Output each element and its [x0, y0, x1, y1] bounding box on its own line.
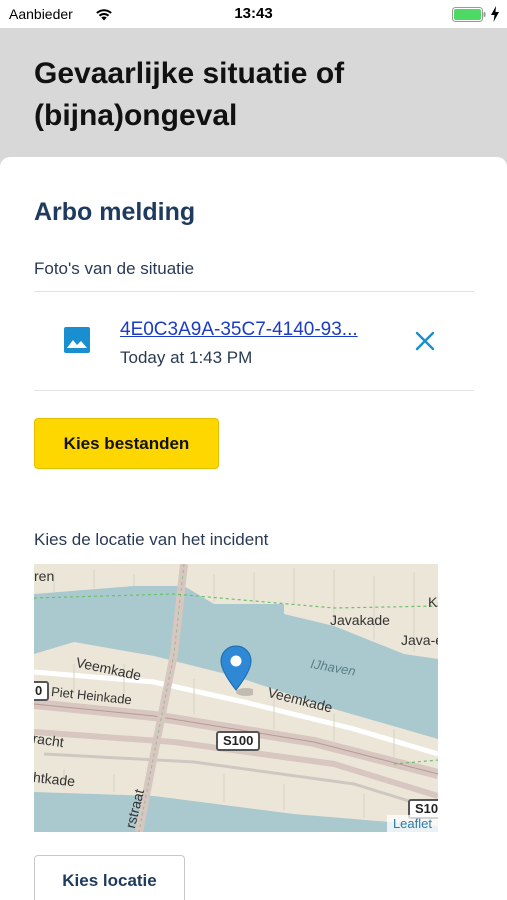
- divider: [34, 390, 474, 391]
- map-label: K: [428, 594, 438, 610]
- map-marker-icon[interactable]: [219, 644, 253, 698]
- battery-icon: [452, 7, 486, 22]
- map-label: Javakade: [330, 612, 390, 628]
- location-map[interactable]: ren Javakade Java-e K IJhaven Veemkade V…: [34, 564, 438, 832]
- close-icon[interactable]: [414, 330, 436, 352]
- image-icon: [64, 327, 90, 353]
- file-timestamp: Today at 1:43 PM: [120, 348, 253, 367]
- road-shield: S100: [216, 731, 261, 751]
- page-title: Gevaarlijke situatie of (bijna)ongeval: [34, 57, 345, 132]
- section-title: Arbo melding: [34, 198, 196, 226]
- map-attribution-link[interactable]: Leaflet: [386, 815, 438, 832]
- location-label: Kies de locatie van het incident: [34, 530, 269, 549]
- choose-files-button[interactable]: Kies bestanden: [34, 418, 219, 469]
- clock: 13:43: [234, 5, 273, 22]
- page-header: Gevaarlijke situatie of (bijna)ongeval: [0, 28, 507, 160]
- status-bar: Aanbieder 13:43: [0, 0, 507, 28]
- road-shield: 0: [34, 681, 50, 701]
- map-label: ren: [34, 568, 55, 584]
- file-link[interactable]: 4E0C3A9A-35C7-4140-93...: [120, 319, 398, 341]
- file-list-item: 4E0C3A9A-35C7-4140-93... Today at 1:43 P…: [34, 292, 474, 390]
- charging-icon: [491, 6, 499, 22]
- map-label: Java-e: [401, 632, 438, 648]
- photos-label: Foto's van de situatie: [34, 259, 195, 278]
- form-card: Arbo melding Foto's van de situatie 4E0C…: [0, 157, 507, 900]
- choose-location-button[interactable]: Kies locatie: [34, 855, 185, 900]
